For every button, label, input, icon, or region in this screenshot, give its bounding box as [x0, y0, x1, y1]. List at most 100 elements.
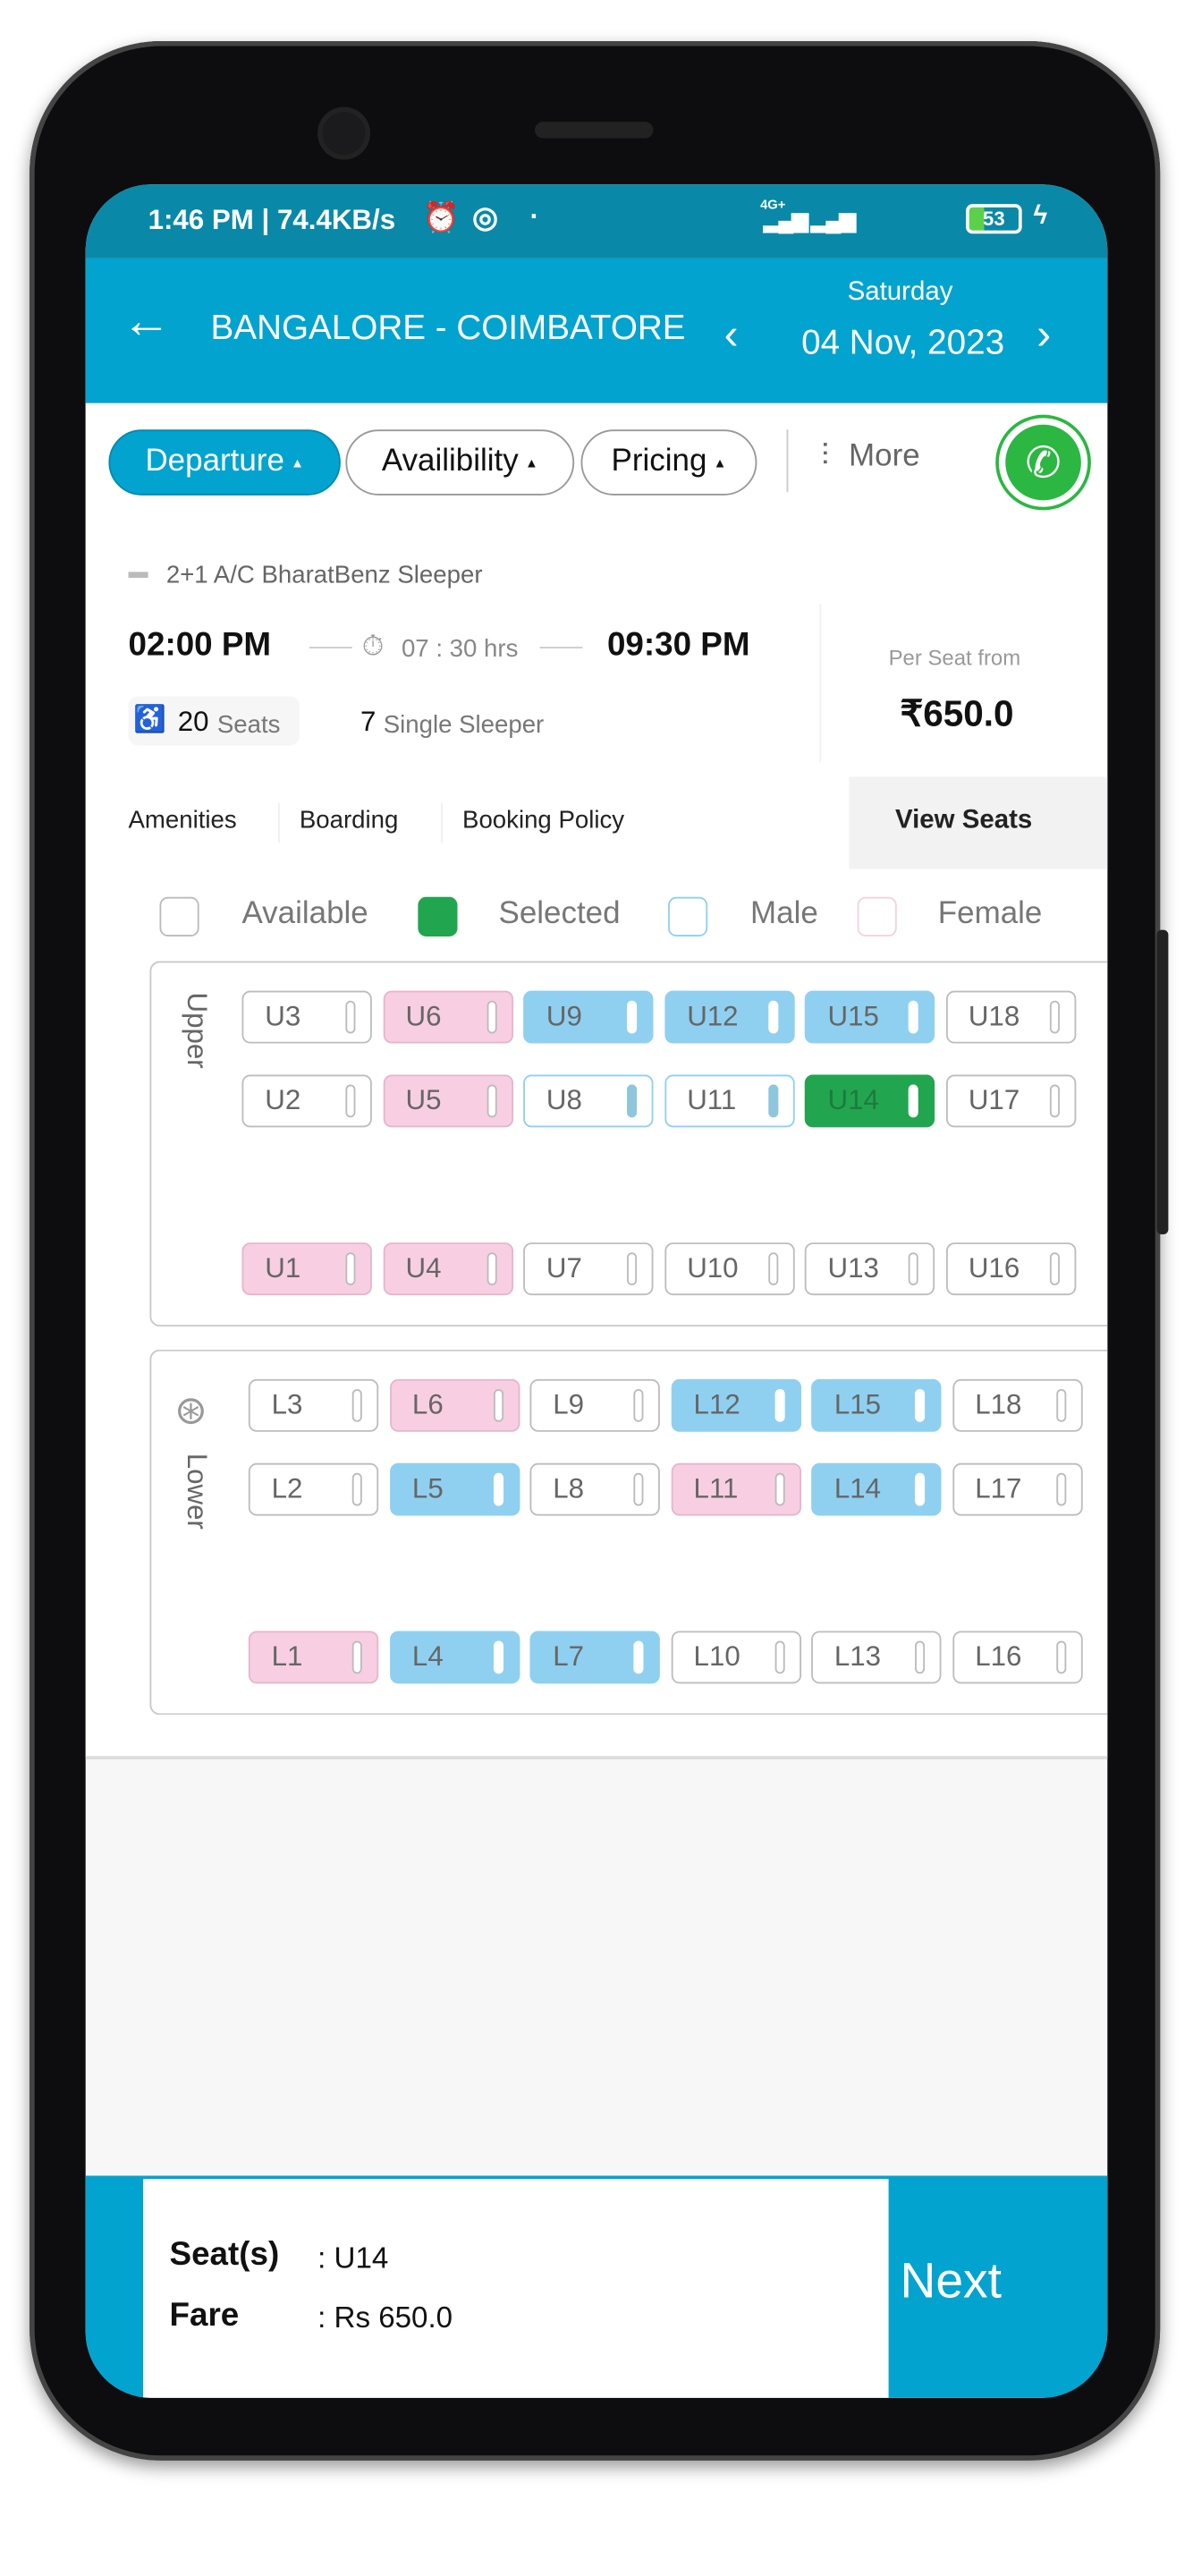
seat-label: U15 — [827, 1000, 879, 1032]
alarm-icon: ⏰ — [422, 200, 461, 234]
seat-l3[interactable]: L3 — [248, 1378, 379, 1432]
fare-value: : Rs 650.0 — [317, 2301, 453, 2334]
seat-u13[interactable]: U13 — [804, 1242, 935, 1296]
seat-u1[interactable]: U1 — [241, 1242, 372, 1296]
available-swatch — [159, 896, 199, 936]
seat-label: U17 — [968, 1084, 1020, 1116]
pillow-icon — [1049, 1084, 1060, 1118]
seat-u2[interactable]: U2 — [241, 1074, 372, 1128]
seat-u3[interactable]: U3 — [241, 990, 372, 1044]
seat-u14[interactable]: U14 — [804, 1074, 935, 1128]
seat-l10[interactable]: L10 — [670, 1631, 801, 1684]
divider — [786, 429, 789, 493]
next-date-icon[interactable]: › — [1036, 313, 1051, 356]
seat-l13[interactable]: L13 — [811, 1631, 942, 1684]
price-label: Per Seat from — [888, 645, 1021, 670]
seat-u17[interactable]: U17 — [945, 1074, 1076, 1128]
tab-amenities[interactable]: Amenities — [129, 807, 237, 835]
seat-l5[interactable]: L5 — [389, 1462, 520, 1516]
header: ← BANGALORE - COIMBATORE ‹ Saturday 04 N… — [85, 258, 1108, 403]
departure-filter[interactable]: Departure ▲ — [108, 429, 341, 496]
seat-l18[interactable]: L18 — [952, 1378, 1082, 1432]
booking-summary: Seat(s) : U14 Fare : Rs 650.0 — [143, 2179, 889, 2398]
seat-u10[interactable]: U10 — [664, 1242, 794, 1296]
seat-l6[interactable]: L6 — [389, 1378, 520, 1432]
seat-l8[interactable]: L8 — [529, 1462, 660, 1516]
seat-u12[interactable]: U12 — [664, 990, 794, 1044]
seat-u9[interactable]: U9 — [523, 990, 654, 1044]
male-swatch — [668, 896, 708, 936]
caret-up-icon: ▲ — [713, 454, 727, 470]
single-label: Single Sleeper — [383, 710, 545, 740]
seat-label: U6 — [405, 1000, 442, 1032]
seat-l14[interactable]: L14 — [811, 1462, 942, 1516]
divider — [277, 802, 280, 843]
seat-l15[interactable]: L15 — [811, 1378, 942, 1432]
divider — [441, 802, 443, 843]
seat-u15[interactable]: U15 — [804, 990, 935, 1044]
seats-badge: ♿ 20 Seats — [128, 696, 300, 746]
pillow-icon — [627, 1084, 638, 1118]
seat-label: L17 — [975, 1472, 1022, 1504]
seat-label: L18 — [975, 1388, 1022, 1420]
prev-date-icon[interactable]: ‹ — [724, 313, 739, 356]
seat-label: L15 — [833, 1388, 882, 1420]
seat-l12[interactable]: L12 — [670, 1378, 801, 1432]
single-count: 7 — [360, 706, 377, 738]
duration: 07 : 30 hrs — [401, 635, 519, 664]
seat-l4[interactable]: L4 — [389, 1631, 520, 1684]
ac-icon: ▬ — [128, 559, 148, 583]
more-label: More — [849, 439, 920, 474]
more-button[interactable]: ⫶ More — [821, 439, 920, 475]
next-button[interactable]: Next — [900, 2255, 1002, 2311]
seat-label: L8 — [553, 1472, 585, 1504]
availability-filter[interactable]: Availibility ▲ — [345, 429, 575, 496]
seat-l7[interactable]: L7 — [529, 1631, 660, 1684]
departure-time: 02:00 PM — [128, 627, 272, 664]
seat-u18[interactable]: U18 — [945, 990, 1076, 1044]
whatsapp-icon[interactable]: ✆ — [998, 418, 1088, 507]
seat-u8[interactable]: U8 — [523, 1074, 654, 1128]
seat-u6[interactable]: U6 — [382, 990, 513, 1044]
tab-booking-policy[interactable]: Booking Policy — [462, 807, 624, 835]
pillow-icon — [774, 1640, 784, 1674]
selected-seats: : U14 — [317, 2241, 389, 2275]
detail-tabs: Amenities Boarding Booking Policy View S… — [85, 776, 1108, 869]
seat-l2[interactable]: L2 — [248, 1462, 379, 1516]
seat-label: L7 — [553, 1640, 585, 1673]
seats-label: Seats — [216, 710, 281, 740]
tab-view-seats[interactable]: View Seats — [849, 776, 1108, 869]
seat-u11[interactable]: U11 — [664, 1074, 794, 1128]
seat-label: U10 — [687, 1252, 739, 1284]
back-arrow-icon[interactable]: ← — [122, 297, 171, 347]
day-label: Saturday — [847, 277, 953, 307]
seat-l9[interactable]: L9 — [529, 1378, 660, 1432]
seat-label: L6 — [411, 1388, 444, 1420]
seat-u5[interactable]: U5 — [382, 1074, 513, 1128]
pillow-icon — [493, 1640, 503, 1674]
legend-female: Female — [937, 896, 1043, 932]
pricing-filter[interactable]: Pricing ▲ — [580, 429, 757, 496]
seat-u4[interactable]: U4 — [382, 1242, 513, 1296]
tab-boarding[interactable]: Boarding — [300, 807, 398, 835]
seat-l1[interactable]: L1 — [248, 1631, 379, 1684]
seat-label: U1 — [265, 1252, 301, 1284]
seat-u16[interactable]: U16 — [945, 1242, 1076, 1296]
dot-icon: · — [529, 200, 539, 233]
seat-label: U2 — [265, 1084, 301, 1116]
seat-label: L12 — [693, 1388, 740, 1420]
seat-l16[interactable]: L16 — [952, 1631, 1082, 1684]
seat-label: L4 — [411, 1640, 444, 1673]
section-divider — [85, 1756, 1108, 1759]
seat-l17[interactable]: L17 — [952, 1462, 1082, 1516]
route-title: BANGALORE - COIMBATORE — [210, 309, 686, 348]
pillow-icon — [1049, 1000, 1060, 1034]
seat-l11[interactable]: L11 — [670, 1462, 801, 1516]
date-label[interactable]: 04 Nov, 2023 — [801, 324, 1004, 363]
legend-available: Available — [241, 896, 368, 932]
pillow-icon — [345, 1252, 356, 1286]
pillow-icon — [351, 1640, 362, 1674]
seat-label: U18 — [968, 1000, 1020, 1032]
pillow-icon — [774, 1388, 784, 1422]
seat-u7[interactable]: U7 — [523, 1242, 654, 1296]
